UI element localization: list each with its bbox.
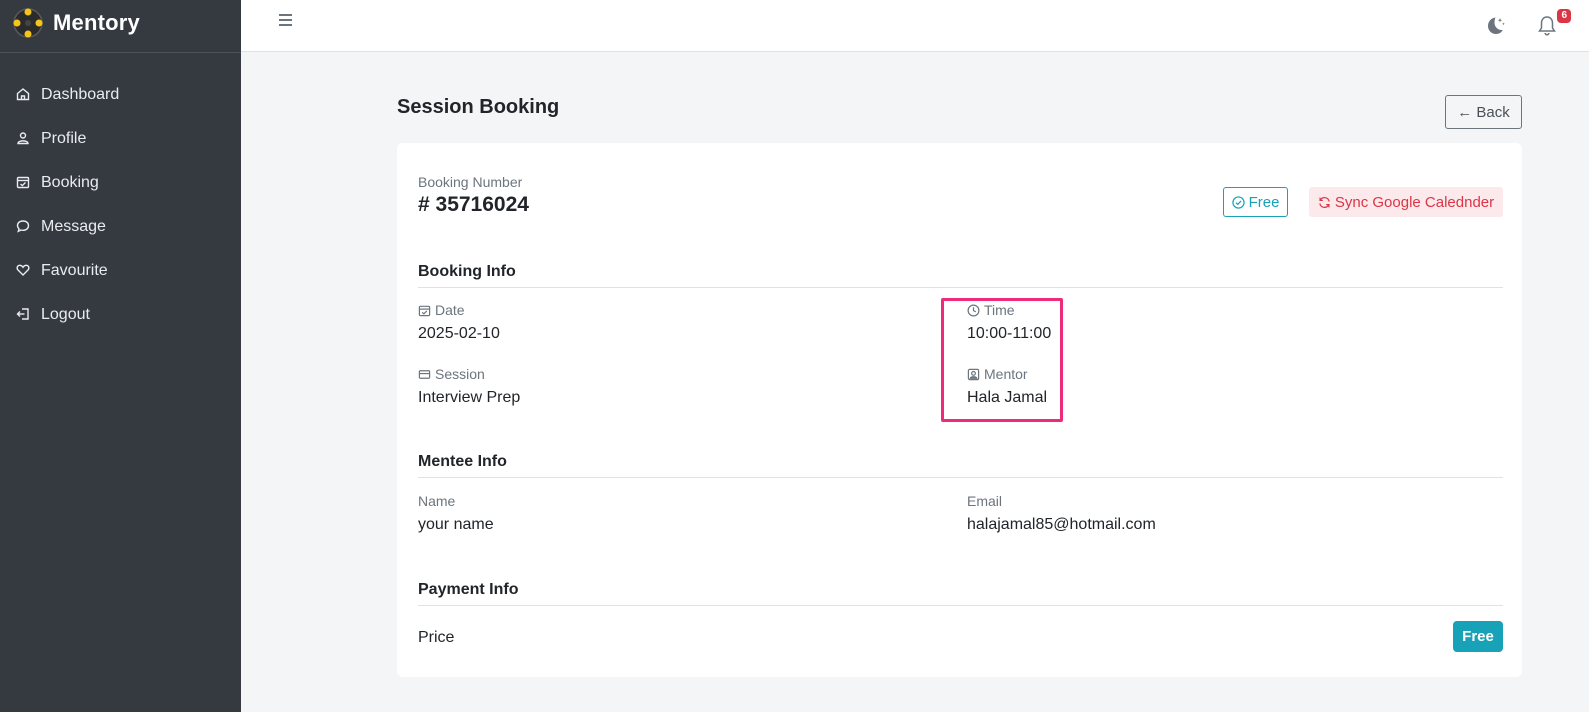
sidebar-nav: Dashboard Profile Booking Message Favour… bbox=[0, 73, 241, 337]
notification-badge: 6 bbox=[1557, 9, 1571, 23]
menu-toggle-button[interactable] bbox=[279, 14, 295, 30]
sidebar-item-label: Logout bbox=[41, 306, 90, 323]
sidebar-item-label: Message bbox=[41, 218, 106, 235]
date-field: Date 2025-02-10 bbox=[418, 302, 500, 343]
session-label: Session bbox=[435, 366, 485, 382]
price-label: Price bbox=[418, 629, 455, 646]
check-circle-icon bbox=[1231, 195, 1245, 209]
sidebar: Mentory Dashboard Profile Booking Messag bbox=[0, 0, 241, 712]
top-bar: 6 bbox=[241, 0, 1589, 52]
hamburger-line bbox=[279, 24, 292, 26]
sidebar-item-label: Dashboard bbox=[41, 86, 120, 103]
mentee-info-title: Mentee Info bbox=[418, 453, 507, 470]
page-title: Session Booking bbox=[397, 96, 560, 118]
back-button[interactable]: ← Back bbox=[1445, 95, 1522, 129]
email-field: Email halajamal85@hotmail.com bbox=[967, 493, 1156, 534]
sidebar-item-message[interactable]: Message bbox=[0, 205, 241, 249]
sidebar-item-booking[interactable]: Booking bbox=[0, 161, 241, 205]
name-value: your name bbox=[418, 516, 494, 533]
hamburger-line bbox=[279, 19, 292, 21]
sidebar-item-profile[interactable]: Profile bbox=[0, 117, 241, 161]
sidebar-item-dashboard[interactable]: Dashboard bbox=[0, 73, 241, 117]
free-badge-label: Free bbox=[1248, 193, 1280, 211]
moon-stars-icon[interactable] bbox=[1483, 14, 1507, 38]
payment-info-title: Payment Info bbox=[418, 581, 519, 598]
section-divider bbox=[418, 605, 1503, 606]
price-badge: Free bbox=[1453, 621, 1503, 652]
calendar-check-icon bbox=[16, 175, 32, 191]
booking-info-title: Booking Info bbox=[418, 263, 516, 280]
bell-icon[interactable] bbox=[1535, 14, 1559, 38]
sidebar-item-logout[interactable]: Logout bbox=[0, 293, 241, 337]
brand-name: Mentory bbox=[53, 10, 140, 35]
highlight-box bbox=[941, 298, 1063, 422]
booking-number-label: Booking Number bbox=[418, 174, 523, 190]
name-label: Name bbox=[418, 493, 456, 509]
name-field: Name your name bbox=[418, 493, 494, 534]
home-icon bbox=[16, 87, 32, 103]
sidebar-item-label: Favourite bbox=[41, 262, 108, 279]
brand-divider bbox=[0, 52, 241, 53]
free-status-badge[interactable]: Free bbox=[1223, 187, 1288, 217]
chat-icon bbox=[16, 219, 32, 235]
session-field: Session Interview Prep bbox=[418, 366, 520, 407]
date-value: 2025-02-10 bbox=[418, 325, 500, 342]
logout-icon bbox=[16, 307, 32, 323]
calendar-icon bbox=[418, 305, 431, 316]
sync-google-calendar-button[interactable]: Sync Google Calednder bbox=[1309, 187, 1503, 217]
email-value: halajamal85@hotmail.com bbox=[967, 516, 1156, 533]
session-value: Interview Prep bbox=[418, 389, 521, 406]
date-label: Date bbox=[435, 302, 465, 318]
sidebar-item-label: Booking bbox=[41, 174, 99, 191]
booking-card: Booking Number # 35716024 Free Sync Goog… bbox=[397, 143, 1522, 677]
sidebar-item-favourite[interactable]: Favourite bbox=[0, 249, 241, 293]
brand[interactable]: Mentory bbox=[0, 0, 241, 46]
email-label: Email bbox=[967, 493, 1003, 509]
mentory-logo-icon bbox=[13, 8, 43, 38]
sync-label: Sync Google Calednder bbox=[1334, 193, 1495, 211]
user-icon bbox=[16, 131, 32, 147]
section-divider bbox=[418, 477, 1503, 478]
heart-icon bbox=[16, 263, 32, 279]
sidebar-item-label: Profile bbox=[41, 130, 87, 147]
sync-icon bbox=[1319, 196, 1330, 208]
hamburger-line bbox=[279, 14, 292, 16]
booking-number: # 35716024 bbox=[418, 193, 529, 216]
session-card-icon bbox=[418, 369, 431, 379]
section-divider bbox=[418, 287, 1503, 288]
